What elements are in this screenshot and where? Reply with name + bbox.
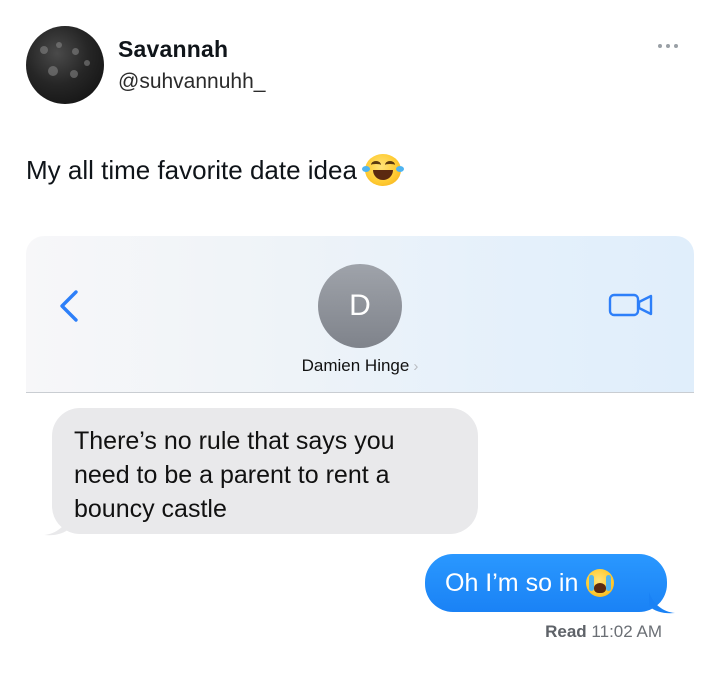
profile-avatar[interactable] [26, 26, 104, 104]
incoming-message-line: There’s no rule that says you [74, 427, 395, 455]
contact-avatar[interactable]: D [318, 264, 402, 348]
read-time: 11:02 AM [591, 622, 662, 641]
tears-of-joy-emoji-icon [361, 154, 404, 186]
read-receipt: Read 11:02 AM [545, 622, 662, 642]
incoming-message-bubble: There’s no rule that says you need to be… [44, 408, 478, 536]
outgoing-message-bubble: Oh I’m so in [425, 554, 675, 614]
read-label: Read [545, 622, 587, 641]
conversation-header: D Damien Hinge › [26, 236, 694, 393]
incoming-message-line: need to be a parent to rent a [74, 461, 390, 489]
tweet-text-content: My all time favorite date idea [26, 154, 357, 185]
outgoing-bubble-tail [649, 592, 675, 614]
tweet-text: My all time favorite date idea [26, 154, 404, 186]
imessage-screenshot: D Damien Hinge › There’s no rule that say… [26, 236, 694, 654]
contact-initial: D [349, 289, 371, 322]
outgoing-message-text: Oh I’m so in [445, 568, 579, 597]
contact-name: Damien Hinge [301, 356, 410, 375]
incoming-bubble-tail [44, 514, 70, 536]
chevron-right-icon: › [413, 358, 419, 375]
incoming-message-line: bouncy castle [74, 495, 227, 523]
contact-name-button[interactable]: Damien Hinge › [26, 356, 694, 376]
author-name[interactable]: Savannah [118, 36, 228, 63]
video-call-icon[interactable] [608, 292, 654, 318]
tweet-header: Savannah @suhvannuhh_ [26, 26, 696, 106]
more-options-icon[interactable] [658, 40, 688, 52]
loudly-crying-emoji-icon [586, 569, 615, 597]
back-chevron-icon[interactable] [54, 288, 84, 324]
author-handle[interactable]: @suhvannuhh_ [118, 70, 265, 94]
